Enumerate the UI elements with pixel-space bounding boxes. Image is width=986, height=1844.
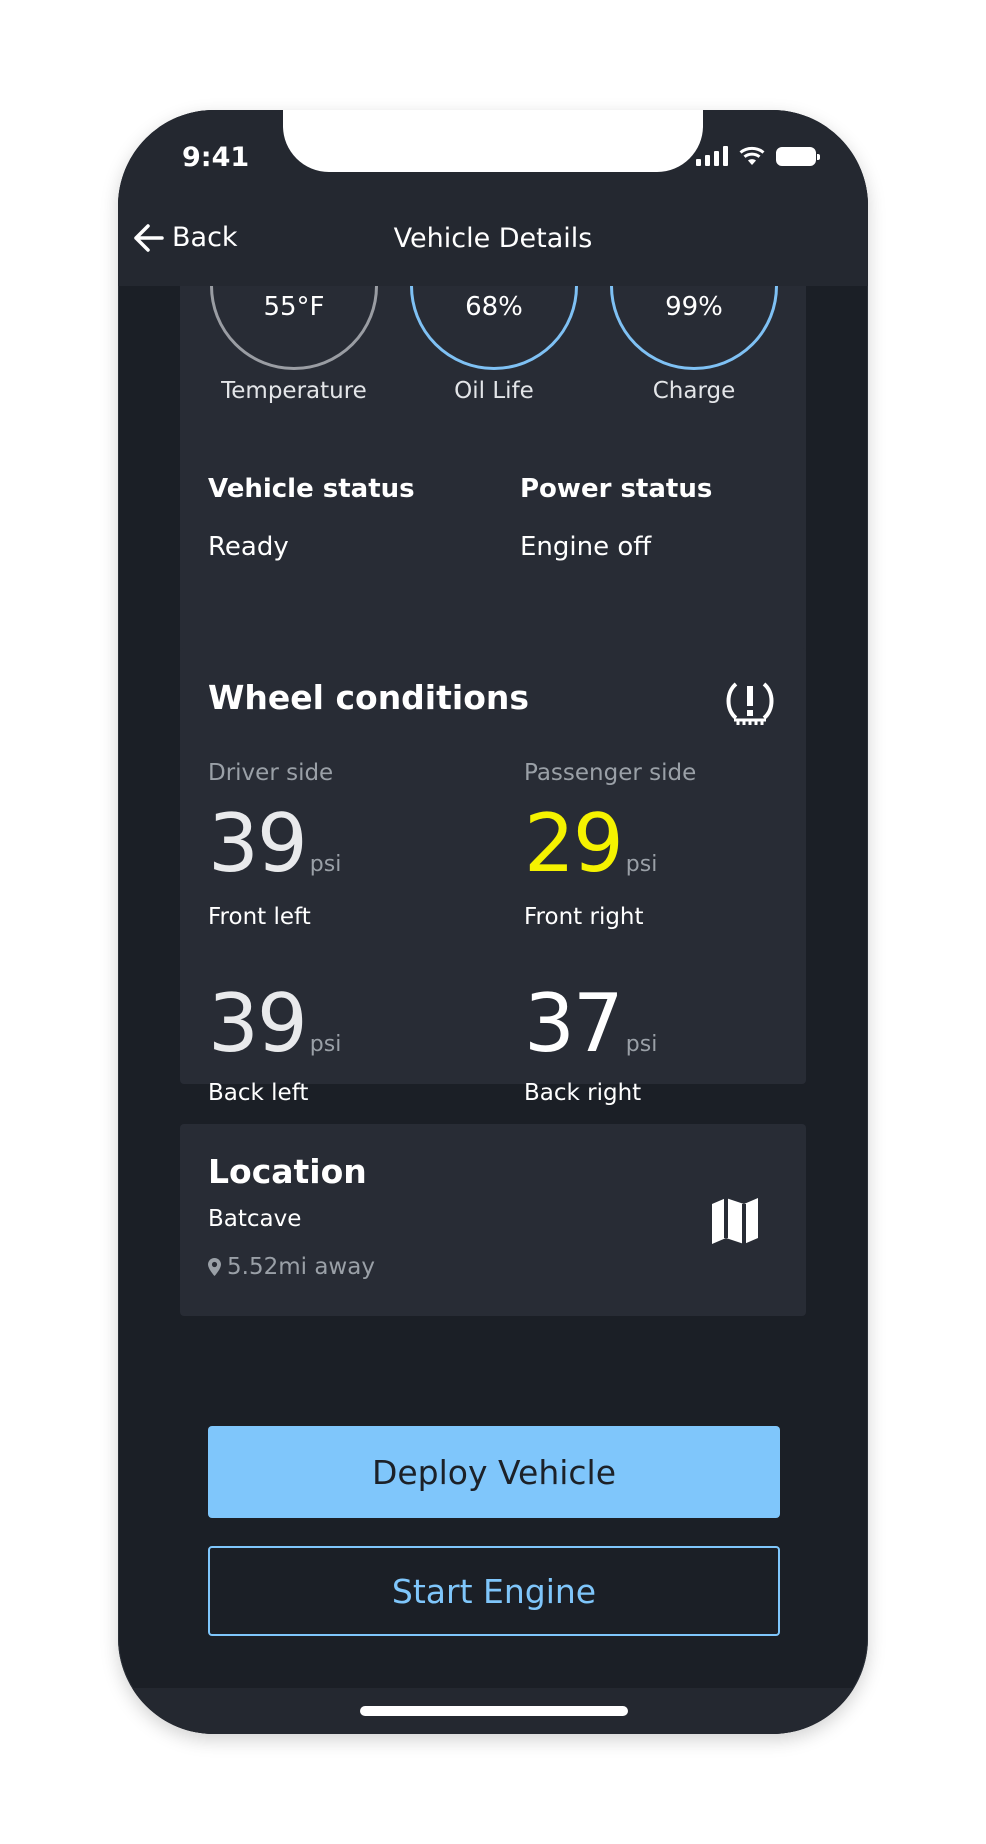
front-right-pressure: 29 psi bbox=[524, 804, 657, 884]
location-distance-text: 5.52mi away bbox=[227, 1254, 375, 1280]
back-left-pressure: 39 psi bbox=[208, 984, 341, 1064]
charge-value: 99% bbox=[665, 292, 723, 322]
driver-side-label: Driver side bbox=[208, 760, 334, 786]
front-left-unit: psi bbox=[309, 852, 342, 877]
vehicle-status-value: Ready bbox=[208, 532, 289, 562]
front-left-value: 39 bbox=[208, 797, 308, 890]
battery-icon bbox=[776, 146, 820, 166]
status-icons bbox=[696, 146, 820, 166]
location-distance: 5.52mi away bbox=[208, 1254, 375, 1280]
back-right-label: Back right bbox=[524, 1080, 642, 1106]
temperature-label: Temperature bbox=[221, 378, 367, 404]
oil-life-value: 68% bbox=[465, 292, 523, 322]
deploy-vehicle-button[interactable]: Deploy Vehicle bbox=[208, 1426, 780, 1518]
notch bbox=[283, 110, 703, 172]
map-icon[interactable] bbox=[710, 1196, 760, 1246]
phone-frame: 55°F Temperature 68% Oil Life 99% Charge… bbox=[118, 110, 868, 1734]
back-right-pressure: 37 psi bbox=[524, 984, 657, 1064]
home-bar-area bbox=[118, 1688, 868, 1734]
vehicle-status-heading: Vehicle status bbox=[208, 474, 415, 504]
location-name: Batcave bbox=[208, 1206, 302, 1232]
power-status-value: Engine off bbox=[520, 532, 652, 562]
front-left-label: Front left bbox=[208, 904, 311, 930]
page-title: Vehicle Details bbox=[393, 223, 593, 254]
back-left-value: 39 bbox=[208, 977, 308, 1070]
wheel-conditions-card: Wheel conditions Driver side Passenger s… bbox=[180, 648, 806, 1084]
wifi-icon bbox=[739, 146, 765, 165]
back-left-unit: psi bbox=[309, 1032, 342, 1057]
back-left-label: Back left bbox=[208, 1080, 309, 1106]
wheel-conditions-title: Wheel conditions bbox=[208, 678, 530, 717]
temperature-value: 55°F bbox=[263, 292, 325, 322]
location-card[interactable]: Location Batcave 5.52mi away bbox=[180, 1124, 806, 1316]
back-right-unit: psi bbox=[625, 1032, 658, 1057]
start-engine-button[interactable]: Start Engine bbox=[208, 1546, 780, 1636]
status-time: 9:41 bbox=[182, 142, 250, 173]
home-indicator[interactable] bbox=[360, 1706, 628, 1716]
charge-label: Charge bbox=[652, 378, 736, 404]
cellular-signal-icon bbox=[696, 146, 728, 166]
power-status-heading: Power status bbox=[520, 474, 713, 504]
passenger-side-label: Passenger side bbox=[524, 760, 697, 786]
front-left-pressure: 39 psi bbox=[208, 804, 341, 884]
front-right-unit: psi bbox=[625, 852, 658, 877]
oil-life-label: Oil Life bbox=[454, 378, 534, 404]
tire-pressure-icon[interactable] bbox=[724, 680, 776, 726]
location-title: Location bbox=[208, 1152, 367, 1191]
map-pin-icon bbox=[208, 1258, 221, 1276]
header: 9:41 Back Vehicle Details bbox=[118, 110, 868, 286]
front-right-label: Front right bbox=[524, 904, 644, 930]
back-right-value: 37 bbox=[524, 977, 624, 1070]
front-right-value: 29 bbox=[524, 797, 624, 890]
